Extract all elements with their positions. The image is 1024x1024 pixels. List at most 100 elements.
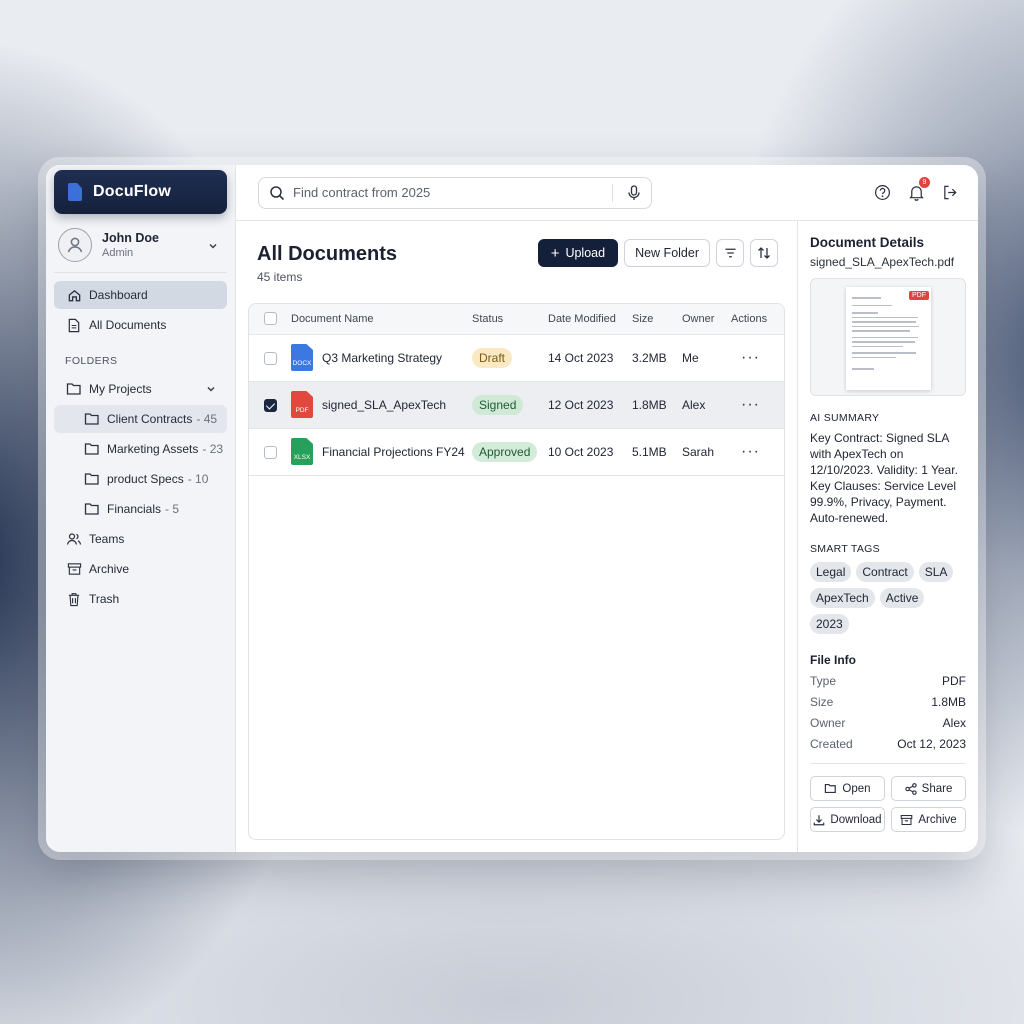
documents-header: All Documents 45 items + Upload New Fold…	[248, 221, 785, 303]
tag-chip[interactable]: 2023	[810, 614, 849, 634]
column-header[interactable]: Document Name	[291, 304, 472, 335]
sidebar-item-my-projects[interactable]: My Projects	[54, 375, 227, 403]
folder-icon	[84, 503, 99, 515]
more-actions-icon[interactable]: ···	[741, 349, 760, 366]
table-row[interactable]: DOCX Q3 Marketing Strategy Draft 14 Oct 2…	[249, 334, 784, 382]
sidebar-item-label: Trash	[89, 592, 120, 606]
sidebar-item-marketing-assets[interactable]: Marketing Assets - 23	[54, 435, 227, 463]
chevron-down-icon[interactable]	[207, 240, 219, 252]
voice-search-button[interactable]	[621, 184, 647, 201]
document-name[interactable]: Financial Projections FY24	[322, 445, 465, 459]
row-checkbox[interactable]	[263, 445, 277, 459]
more-actions-icon[interactable]: ···	[741, 396, 760, 413]
avatar	[58, 228, 92, 262]
file-info-row: Size 1.8MB	[810, 695, 966, 709]
logout-button[interactable]	[940, 182, 960, 202]
document-name[interactable]: signed_SLA_ApexTech	[322, 398, 446, 412]
filter-button[interactable]	[716, 239, 744, 267]
column-header[interactable]: Date Modified	[548, 304, 632, 335]
filter-icon	[724, 248, 736, 258]
documents-table: Document Name Status Date Modified Size …	[248, 303, 785, 840]
owner: Alex	[682, 381, 731, 429]
search-input[interactable]	[293, 185, 612, 200]
row-checkbox[interactable]	[263, 351, 277, 365]
status-badge: Draft	[472, 347, 513, 368]
file-info-row: Created Oct 12, 2023	[810, 737, 966, 751]
documents-panel: All Documents 45 items + Upload New Fold…	[236, 221, 797, 852]
select-all-checkbox[interactable]	[263, 312, 277, 326]
sidebar-item-client-contracts[interactable]: Client Contracts - 45	[54, 405, 227, 433]
user-name: John Doe	[102, 231, 159, 245]
microphone-icon	[628, 184, 640, 200]
table-row[interactable]: PDF signed_SLA_ApexTech Signed 12 Oct 202…	[249, 381, 784, 429]
column-header[interactable]: Status	[472, 304, 548, 335]
page-title: All Documents	[257, 243, 398, 265]
brand-logo[interactable]: DocuFlow	[54, 170, 227, 214]
docx-file-icon: DOCX	[291, 344, 313, 371]
plus-icon: +	[550, 244, 560, 262]
help-button[interactable]	[872, 182, 892, 202]
tag-chip[interactable]: Contract	[856, 562, 914, 582]
user-icon	[67, 237, 83, 253]
file-info-row: Type PDF	[810, 674, 966, 688]
share-button[interactable]: Share	[891, 776, 966, 801]
divider	[810, 763, 966, 764]
tag-chip[interactable]: Active	[879, 588, 925, 608]
tag-chip[interactable]: SLA	[918, 562, 954, 582]
file-info-label: File Info	[810, 653, 856, 667]
more-actions-icon[interactable]: ···	[741, 443, 760, 460]
archive-label: Archive	[918, 813, 957, 826]
users-icon	[66, 533, 82, 545]
folder-icon	[84, 443, 99, 455]
open-label: Open	[842, 782, 871, 795]
user-role: Admin	[102, 247, 134, 259]
tag-chip[interactable]: ApexTech	[810, 588, 875, 608]
table-row[interactable]: XLSX Financial Projections FY24 Approved …	[249, 428, 784, 476]
owner: Sarah	[682, 428, 731, 476]
new-folder-button[interactable]: New Folder	[624, 239, 710, 267]
share-icon	[904, 782, 917, 795]
sidebar-item-trash[interactable]: Trash	[54, 585, 227, 613]
document-name[interactable]: Q3 Marketing Strategy	[322, 351, 442, 365]
items-count: 45 items	[257, 270, 303, 284]
archive-button[interactable]: Archive	[891, 807, 966, 832]
search-bar[interactable]	[258, 176, 652, 209]
app-window: DocuFlow John Doe Admin Dashboard All Do…	[46, 165, 978, 852]
sidebar-item-financials[interactable]: Financials - 5	[54, 495, 227, 523]
sidebar-item-teams[interactable]: Teams	[54, 525, 227, 553]
upload-button[interactable]: + Upload	[537, 239, 619, 267]
column-header[interactable]: Owner	[682, 304, 731, 335]
sidebar-item-label: Dashboard	[89, 288, 148, 302]
sidebar-item-all-documents[interactable]: All Documents	[54, 311, 227, 339]
row-checkbox[interactable]	[263, 398, 277, 412]
details-filename: signed_SLA_ApexTech.pdf	[810, 255, 955, 269]
folder-name: Client Contracts	[107, 412, 193, 426]
ai-summary-label: AI SUMMARY	[810, 412, 880, 424]
sidebar-item-dashboard[interactable]: Dashboard	[54, 281, 227, 309]
smart-tags-label: SMART TAGS	[810, 543, 880, 555]
open-button[interactable]: Open	[810, 776, 885, 801]
sort-button[interactable]	[750, 239, 778, 267]
archive-icon	[67, 563, 81, 575]
search-divider	[612, 183, 613, 202]
owner: Me	[682, 334, 731, 382]
sidebar-item-label: Teams	[89, 532, 125, 546]
column-header[interactable]: Size	[632, 304, 682, 335]
chevron-down-icon[interactable]	[205, 383, 217, 395]
sidebar-item-product-specs[interactable]: product Specs - 10	[54, 465, 227, 493]
download-button[interactable]: Download	[810, 807, 885, 832]
sidebar-item-label: Archive	[89, 562, 130, 576]
file-size: 3.2MB	[632, 334, 682, 382]
ai-summary-text: Key Contract: Signed SLA with ApexTech o…	[810, 431, 958, 525]
download-icon	[814, 814, 825, 825]
sidebar-item-archive[interactable]: Archive	[54, 555, 227, 583]
folder-icon	[84, 473, 99, 485]
sidebar: DocuFlow John Doe Admin Dashboard All Do…	[46, 165, 236, 852]
tag-chip[interactable]: Legal	[810, 562, 852, 582]
notification-badge: 9	[919, 177, 930, 188]
date-modified: 14 Oct 2023	[548, 334, 632, 382]
document-preview[interactable]: PDF	[810, 278, 966, 396]
notifications-button[interactable]: 9	[906, 177, 930, 202]
user-profile[interactable]: John Doe Admin	[54, 228, 227, 273]
folder-name: Marketing Assets	[107, 442, 199, 456]
